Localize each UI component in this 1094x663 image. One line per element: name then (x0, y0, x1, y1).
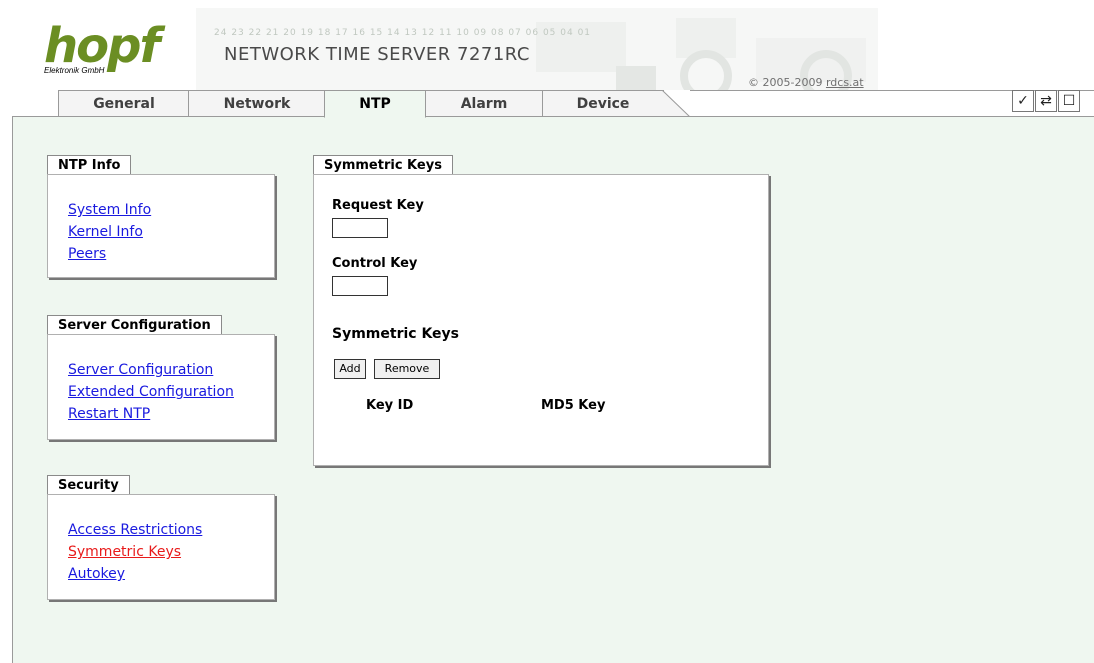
logo-subtitle: Elektronik GmbH (44, 66, 105, 75)
tab-ntp[interactable]: NTP (324, 90, 426, 118)
symmetric-keys-panel: Request Key Control Key Symmetric Keys A… (313, 174, 769, 466)
column-key-id: Key ID (366, 398, 414, 413)
link-restart-ntp[interactable]: Restart NTP (68, 403, 150, 425)
security-title: Security (47, 475, 130, 495)
check-icon[interactable]: ✓ (1012, 90, 1034, 112)
link-system-info[interactable]: System Info (68, 199, 151, 221)
server-config-box: Server Configuration Extended Configurat… (47, 334, 275, 440)
tab-bar: General Network NTP Alarm Device (12, 90, 1094, 118)
request-key-label: Request Key (332, 198, 424, 213)
link-peers[interactable]: Peers (68, 243, 106, 265)
copyright-text: © 2005-2009 (748, 76, 826, 89)
tab-general[interactable]: General (58, 90, 190, 118)
security-box: Access Restrictions Symmetric Keys Autok… (47, 494, 275, 600)
copyright: © 2005-2009 rdcs.at (748, 76, 864, 89)
tab-network[interactable]: Network (188, 90, 326, 118)
corner-toolbar: ✓ ⇄ ☐ (1012, 88, 1082, 114)
control-key-label: Control Key (332, 256, 418, 271)
link-server-configuration[interactable]: Server Configuration (68, 359, 213, 381)
link-extended-configuration[interactable]: Extended Configuration (68, 381, 234, 403)
product-title: NETWORK TIME SERVER 7271RC (224, 44, 530, 65)
link-access-restrictions[interactable]: Access Restrictions (68, 519, 202, 541)
copyright-link[interactable]: rdcs.at (826, 76, 864, 89)
swap-icon[interactable]: ⇄ (1035, 90, 1057, 112)
link-symmetric-keys[interactable]: Symmetric Keys (68, 541, 181, 563)
tab-alarm[interactable]: Alarm (424, 90, 544, 118)
ntp-info-title: NTP Info (47, 155, 132, 175)
symmetric-keys-panel-title: Symmetric Keys (313, 155, 453, 175)
remove-button[interactable]: Remove (374, 359, 440, 379)
column-md5-key: MD5 Key (541, 398, 606, 413)
server-config-title: Server Configuration (47, 315, 222, 335)
header: hopf Elektronik GmbH 24 23 22 21 20 19 1… (36, 8, 878, 90)
window-icon[interactable]: ☐ (1058, 90, 1080, 112)
request-key-input[interactable] (332, 218, 388, 238)
hopf-logo: hopf Elektronik GmbH (40, 20, 180, 80)
tab-divider (662, 90, 691, 118)
symmetric-keys-section-title: Symmetric Keys (332, 326, 460, 342)
tab-device[interactable]: Device (542, 90, 664, 118)
content-area: NTP Info System Info Kernel Info Peers S… (12, 116, 1094, 663)
control-key-input[interactable] (332, 276, 388, 296)
channel-ticker: 24 23 22 21 20 19 18 17 16 15 14 13 12 1… (214, 28, 592, 38)
link-kernel-info[interactable]: Kernel Info (68, 221, 143, 243)
add-button[interactable]: Add (334, 359, 366, 379)
link-autokey[interactable]: Autokey (68, 563, 125, 585)
ntp-info-box: System Info Kernel Info Peers (47, 174, 275, 278)
logo-text: hopf (44, 18, 160, 74)
